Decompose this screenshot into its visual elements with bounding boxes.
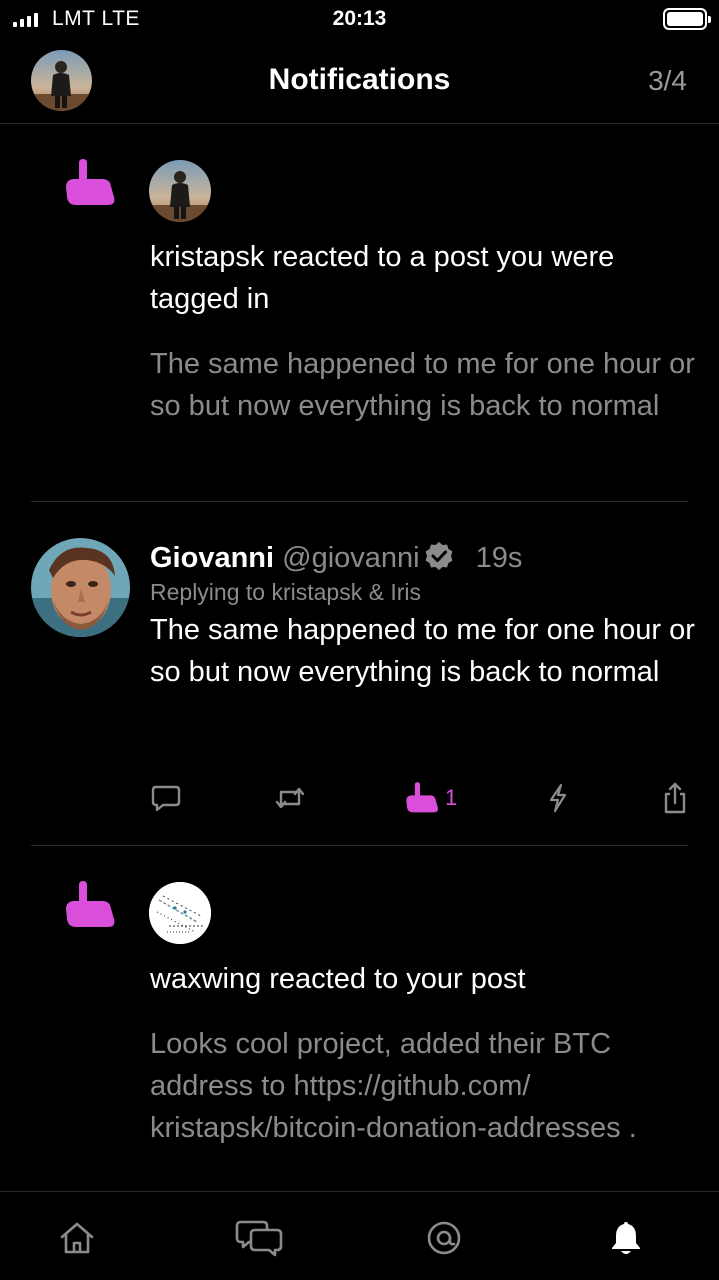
header: Notifications 3/4 (0, 40, 719, 124)
status-bar: LMT LTE 20:13 (0, 0, 719, 40)
page-title: Notifications (268, 63, 451, 96)
user-avatar[interactable] (149, 882, 211, 944)
reaction-notification[interactable]: kristapsk reacted to a post you were tag… (0, 125, 719, 500)
notification-quote: Looks cool project, added their BTC addr… (150, 1028, 637, 1144)
repost-icon (275, 787, 305, 809)
replying-to[interactable]: Replying to kristapsk & Iris (150, 578, 421, 606)
notifications-bell-icon (612, 1222, 640, 1254)
messages-icon (235, 1220, 283, 1257)
comment-icon (151, 785, 181, 812)
tab-search[interactable] (420, 1214, 468, 1262)
reaction-notification[interactable]: waxwing reacted to your post Looks cool … (0, 846, 719, 1191)
notification-text: waxwing reacted to your post (150, 963, 526, 995)
user-avatar[interactable] (149, 160, 211, 222)
home-icon (60, 1222, 94, 1254)
reply-button[interactable] (150, 778, 182, 818)
tab-home[interactable] (53, 1214, 101, 1262)
divider (31, 501, 688, 502)
search-icon (427, 1221, 461, 1255)
reaction-button[interactable]: 1 (405, 778, 457, 818)
tab-notifications[interactable] (602, 1214, 650, 1262)
tab-bar (0, 1191, 719, 1280)
notification-text: kristapsk reacted to a post you were tag… (150, 241, 615, 315)
notification-quote: The same happened to me for one hour or … (150, 348, 695, 422)
share-button[interactable] (660, 778, 690, 818)
post-author-avatar[interactable] (31, 538, 130, 637)
author-handle[interactable]: @giovanni (282, 542, 419, 574)
shaka-hand-icon (406, 782, 438, 813)
lightning-icon (549, 783, 567, 813)
tab-messages[interactable] (235, 1214, 283, 1262)
battery-icon (663, 8, 711, 30)
status-time: 20:13 (332, 7, 387, 30)
share-icon (664, 782, 686, 814)
verified-badge-icon (425, 542, 453, 570)
repost-button[interactable] (273, 778, 307, 818)
notification-count: 3/4 (648, 65, 687, 96)
author-name[interactable]: Giovanni (150, 542, 274, 574)
zap-button[interactable] (543, 778, 573, 818)
shaka-hand-icon (66, 159, 115, 205)
shaka-hand-icon (66, 881, 115, 927)
post-header: Giovanni @giovanni 19s (150, 538, 522, 578)
post-actions: 1 (150, 778, 695, 818)
post[interactable]: Giovanni @giovanni 19s Replying to krist… (0, 538, 719, 844)
post-body: The same happened to me for one hour or … (150, 614, 695, 688)
post-time: 19s (475, 542, 523, 574)
reaction-count: 1 (445, 785, 458, 810)
